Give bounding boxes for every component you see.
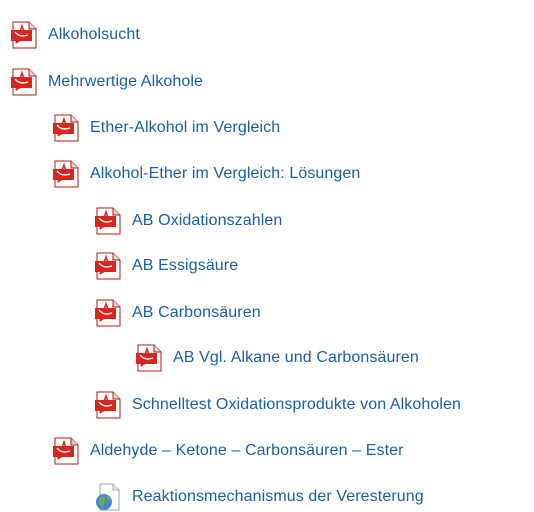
web-link-icon — [94, 483, 122, 511]
tree-item-ab-carbonsaeuren[interactable]: AB Carbonsäuren — [94, 298, 261, 328]
pdf-icon — [94, 299, 122, 327]
tree-item-ab-vgl-alkane[interactable]: AB Vgl. Alkane und Carbonsäuren — [135, 343, 419, 373]
tree-item-label[interactable]: Alkohol-Ether im Vergleich: Lösungen — [90, 165, 360, 183]
tree-item-label[interactable]: AB Vgl. Alkane und Carbonsäuren — [173, 349, 419, 367]
pdf-icon — [52, 437, 80, 465]
pdf-icon — [52, 114, 80, 142]
tree-item-label[interactable]: Alkoholsucht — [48, 26, 140, 44]
tree-item-alkohol-ether-loesungen[interactable]: Alkohol-Ether im Vergleich: Lösungen — [52, 159, 360, 189]
tree-item-reaktionsmechanismus[interactable]: Reaktionsmechanismus der Veresterung — [94, 482, 424, 512]
tree-item-aldehyde-ketone[interactable]: Aldehyde – Ketone – Carbonsäuren – Ester — [52, 436, 404, 466]
tree-item-schnelltest[interactable]: Schnelltest Oxidationsprodukte von Alkoh… — [94, 390, 461, 420]
tree-item-label[interactable]: AB Oxidationszahlen — [132, 212, 282, 230]
pdf-icon — [94, 391, 122, 419]
pdf-icon — [52, 160, 80, 188]
tree-item-ab-essigsaeure[interactable]: AB Essigsäure — [94, 251, 238, 281]
pdf-icon — [94, 207, 122, 235]
tree-item-label[interactable]: Schnelltest Oxidationsprodukte von Alkoh… — [132, 396, 461, 414]
resource-tree: Alkoholsucht Mehrwertige Alkohole Ether-… — [0, 0, 534, 506]
pdf-icon — [10, 68, 38, 96]
tree-item-label[interactable]: Aldehyde – Ketone – Carbonsäuren – Ester — [90, 442, 404, 460]
tree-item-label[interactable]: Ether-Alkohol im Vergleich — [90, 119, 280, 137]
tree-item-label[interactable]: AB Essigsäure — [132, 257, 238, 275]
tree-item-label[interactable]: AB Carbonsäuren — [132, 304, 261, 322]
tree-item-label[interactable]: Mehrwertige Alkohole — [48, 73, 203, 91]
tree-item-ab-oxidationszahlen[interactable]: AB Oxidationszahlen — [94, 206, 282, 236]
tree-item-label[interactable]: Reaktionsmechanismus der Veresterung — [132, 488, 424, 506]
tree-item-alkoholsucht[interactable]: Alkoholsucht — [10, 20, 140, 50]
pdf-icon — [135, 344, 163, 372]
tree-item-mehrwertige-alkohole[interactable]: Mehrwertige Alkohole — [10, 67, 203, 97]
pdf-icon — [10, 21, 38, 49]
tree-item-ether-alkohol[interactable]: Ether-Alkohol im Vergleich — [52, 113, 280, 143]
pdf-icon — [94, 252, 122, 280]
